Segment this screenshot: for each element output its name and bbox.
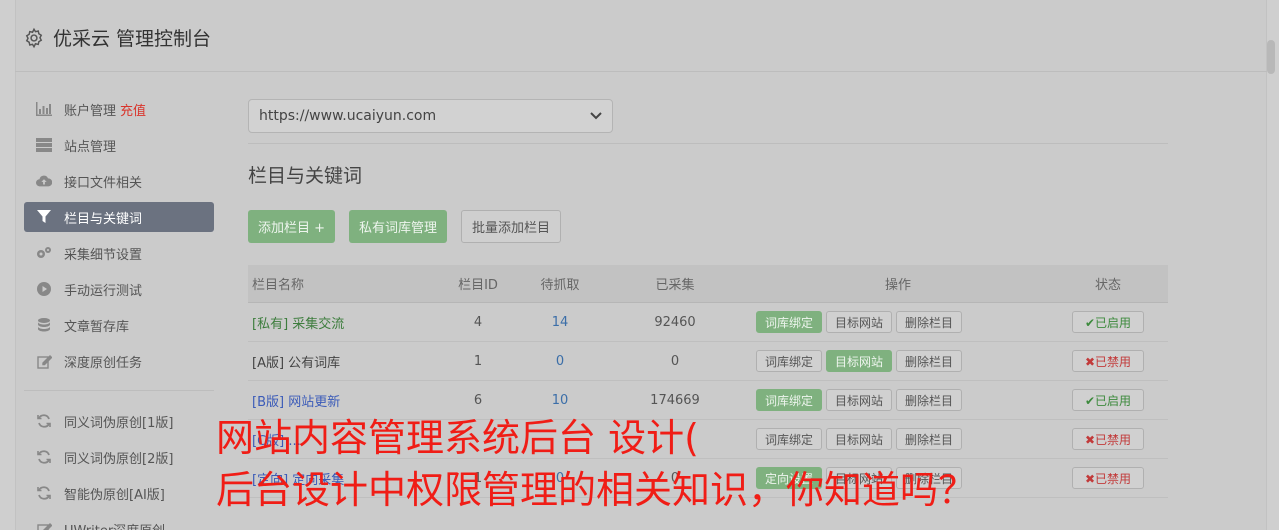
target-site-button[interactable]: 目标网站 <box>826 350 893 372</box>
target-site-button[interactable]: 目标网站 <box>826 389 893 411</box>
sidebar-item-uwriter[interactable]: UWriter深度原创 <box>24 514 214 530</box>
edit-icon <box>36 521 52 530</box>
status-badge[interactable]: ✖已禁用 <box>1072 350 1144 372</box>
overlay-caption-line2: 后台设计中权限管理的相关知识，你知道吗？ <box>216 468 977 512</box>
delete-column-button[interactable]: 删除栏目 <box>896 311 963 333</box>
column-name-link[interactable]: [私有] 采集交流 <box>248 313 438 332</box>
pending-count-link[interactable]: 14 <box>518 315 602 330</box>
sidebar-item-label: 文章暂存库 <box>64 319 130 335</box>
collected-count: 0 <box>670 353 680 369</box>
overlay-caption: 网站内容管理系统后台 设计( 后台设计中权限管理的相关知识，你知道吗？ <box>216 412 976 516</box>
sidebar-divider <box>24 390 214 391</box>
row-actions: 词库绑定 目标网站 删除栏目 <box>748 350 1048 372</box>
sidebar-item-synonym-v2[interactable]: 同义词伪原创[2版] <box>24 442 214 472</box>
delete-column-button[interactable]: 删除栏目 <box>896 350 963 372</box>
sidebar-item-label: 同义词伪原创[2版] <box>64 451 174 467</box>
server-icon <box>36 137 52 153</box>
sidebar-item-columns[interactable]: 栏目与关键词 <box>24 202 214 232</box>
sidebar-item-label: 同义词伪原创[1版] <box>64 415 174 431</box>
sidebar-item-label: 栏目与关键词 <box>64 211 143 227</box>
site-select[interactable]: https://www.ucaiyun.com <box>248 99 613 133</box>
collected-count: 92460 <box>654 314 696 330</box>
column-id: 6 <box>473 392 483 408</box>
table-row: [A版] 公有词库 1 0 0 词库绑定 目标网站 删除栏目 ✖已禁用 <box>248 342 1168 381</box>
private-lexicon-button[interactable]: 私有词库管理 <box>349 210 448 243</box>
overlay-caption-line1: 网站内容管理系统后台 设计( <box>216 416 699 460</box>
table-header: 栏目名称 栏目ID 待抓取 已采集 操作 状态 <box>248 265 1168 303</box>
cogs-icon <box>36 245 52 261</box>
database-icon <box>36 317 52 333</box>
filter-icon <box>36 209 52 225</box>
sidebar-item-label: 智能伪原创[AI版] <box>64 487 165 503</box>
sidebar-item-account[interactable]: 账户管理 充值 <box>24 94 214 124</box>
sidebar-item-article-store[interactable]: 文章暂存库 <box>24 310 214 340</box>
bind-lexicon-button[interactable]: 词库绑定 <box>756 311 823 333</box>
site-select-value: https://www.ucaiyun.com <box>259 108 437 124</box>
app-header: 优采云 管理控制台 <box>15 4 1267 72</box>
page-title: 优采云 管理控制台 <box>53 28 212 50</box>
table-row: [私有] 采集交流 4 14 92460 词库绑定 目标网站 删除栏目 ✔已启用 <box>248 303 1168 342</box>
status-badge[interactable]: ✖已禁用 <box>1072 467 1144 489</box>
bind-lexicon-button[interactable]: 词库绑定 <box>756 350 823 372</box>
sidebar-item-label: 接口文件相关 <box>64 175 143 191</box>
scrollbar-thumb[interactable] <box>1267 40 1275 74</box>
add-column-button[interactable]: 添加栏目 + <box>248 210 336 243</box>
cloud-upload-icon <box>36 173 52 189</box>
gear-icon <box>25 27 43 48</box>
section-divider <box>248 143 1168 144</box>
target-site-button[interactable]: 目标网站 <box>826 311 893 333</box>
col-header-pending: 待抓取 <box>540 278 580 293</box>
sidebar-item-label: 深度原创任务 <box>64 355 143 371</box>
refresh-icon <box>36 485 52 501</box>
column-name-link[interactable]: [A版] 公有词库 <box>248 352 438 371</box>
sidebar-item-ai-original[interactable]: 智能伪原创[AI版] <box>24 478 214 508</box>
delete-column-button[interactable]: 删除栏目 <box>896 389 963 411</box>
column-name-link[interactable]: [B版] 网站更新 <box>248 391 438 410</box>
col-header-status: 状态 <box>1094 278 1121 293</box>
sidebar-item-label: 账户管理 <box>64 103 117 119</box>
sidebar-item-label: 手动运行测试 <box>64 283 143 299</box>
chevron-down-icon <box>590 112 602 120</box>
sidebar-item-synonym-v1[interactable]: 同义词伪原创[1版] <box>24 406 214 436</box>
collected-count: 174669 <box>650 392 700 408</box>
sidebar-item-label: 站点管理 <box>64 139 117 155</box>
sidebar-item-label: UWriter深度原创 <box>64 520 165 530</box>
sidebar-item-label: 采集细节设置 <box>64 247 143 263</box>
bar-chart-icon <box>36 101 52 117</box>
col-header-ops: 操作 <box>884 278 911 293</box>
sidebar: 账户管理 充值 站点管理 接口文件相关 栏目与关键词 采集细节设置 手动运行测试… <box>24 94 214 530</box>
pending-count-link[interactable]: 0 <box>518 354 602 369</box>
refresh-icon <box>36 413 52 429</box>
sidebar-item-sites[interactable]: 站点管理 <box>24 130 214 160</box>
col-header-name: 栏目名称 <box>252 278 305 293</box>
bind-lexicon-button[interactable]: 词库绑定 <box>756 389 823 411</box>
status-badge[interactable]: ✔已启用 <box>1072 389 1144 411</box>
play-circle-icon <box>36 281 52 297</box>
col-header-done: 已采集 <box>655 278 695 293</box>
edit-icon <box>36 353 52 369</box>
sidebar-item-interface[interactable]: 接口文件相关 <box>24 166 214 196</box>
refresh-icon <box>36 449 52 465</box>
col-header-id: 栏目ID <box>458 278 498 293</box>
section-title: 栏目与关键词 <box>248 165 363 187</box>
row-actions: 词库绑定 目标网站 删除栏目 <box>748 311 1048 333</box>
status-badge[interactable]: ✔已启用 <box>1072 311 1144 333</box>
row-actions: 词库绑定 目标网站 删除栏目 <box>748 389 1048 411</box>
column-id: 4 <box>473 314 483 330</box>
recharge-link[interactable]: 充值 <box>120 100 146 119</box>
sidebar-item-manual-run[interactable]: 手动运行测试 <box>24 274 214 304</box>
sidebar-item-collect-settings[interactable]: 采集细节设置 <box>24 238 214 268</box>
batch-add-column-button[interactable]: 批量添加栏目 <box>461 210 562 243</box>
column-id: 1 <box>473 353 483 369</box>
sidebar-item-deep-original[interactable]: 深度原创任务 <box>24 346 214 376</box>
action-buttons: 添加栏目 + 私有词库管理 批量添加栏目 <box>248 210 1168 243</box>
status-badge[interactable]: ✖已禁用 <box>1072 428 1144 450</box>
pending-count-link[interactable]: 10 <box>518 393 602 408</box>
